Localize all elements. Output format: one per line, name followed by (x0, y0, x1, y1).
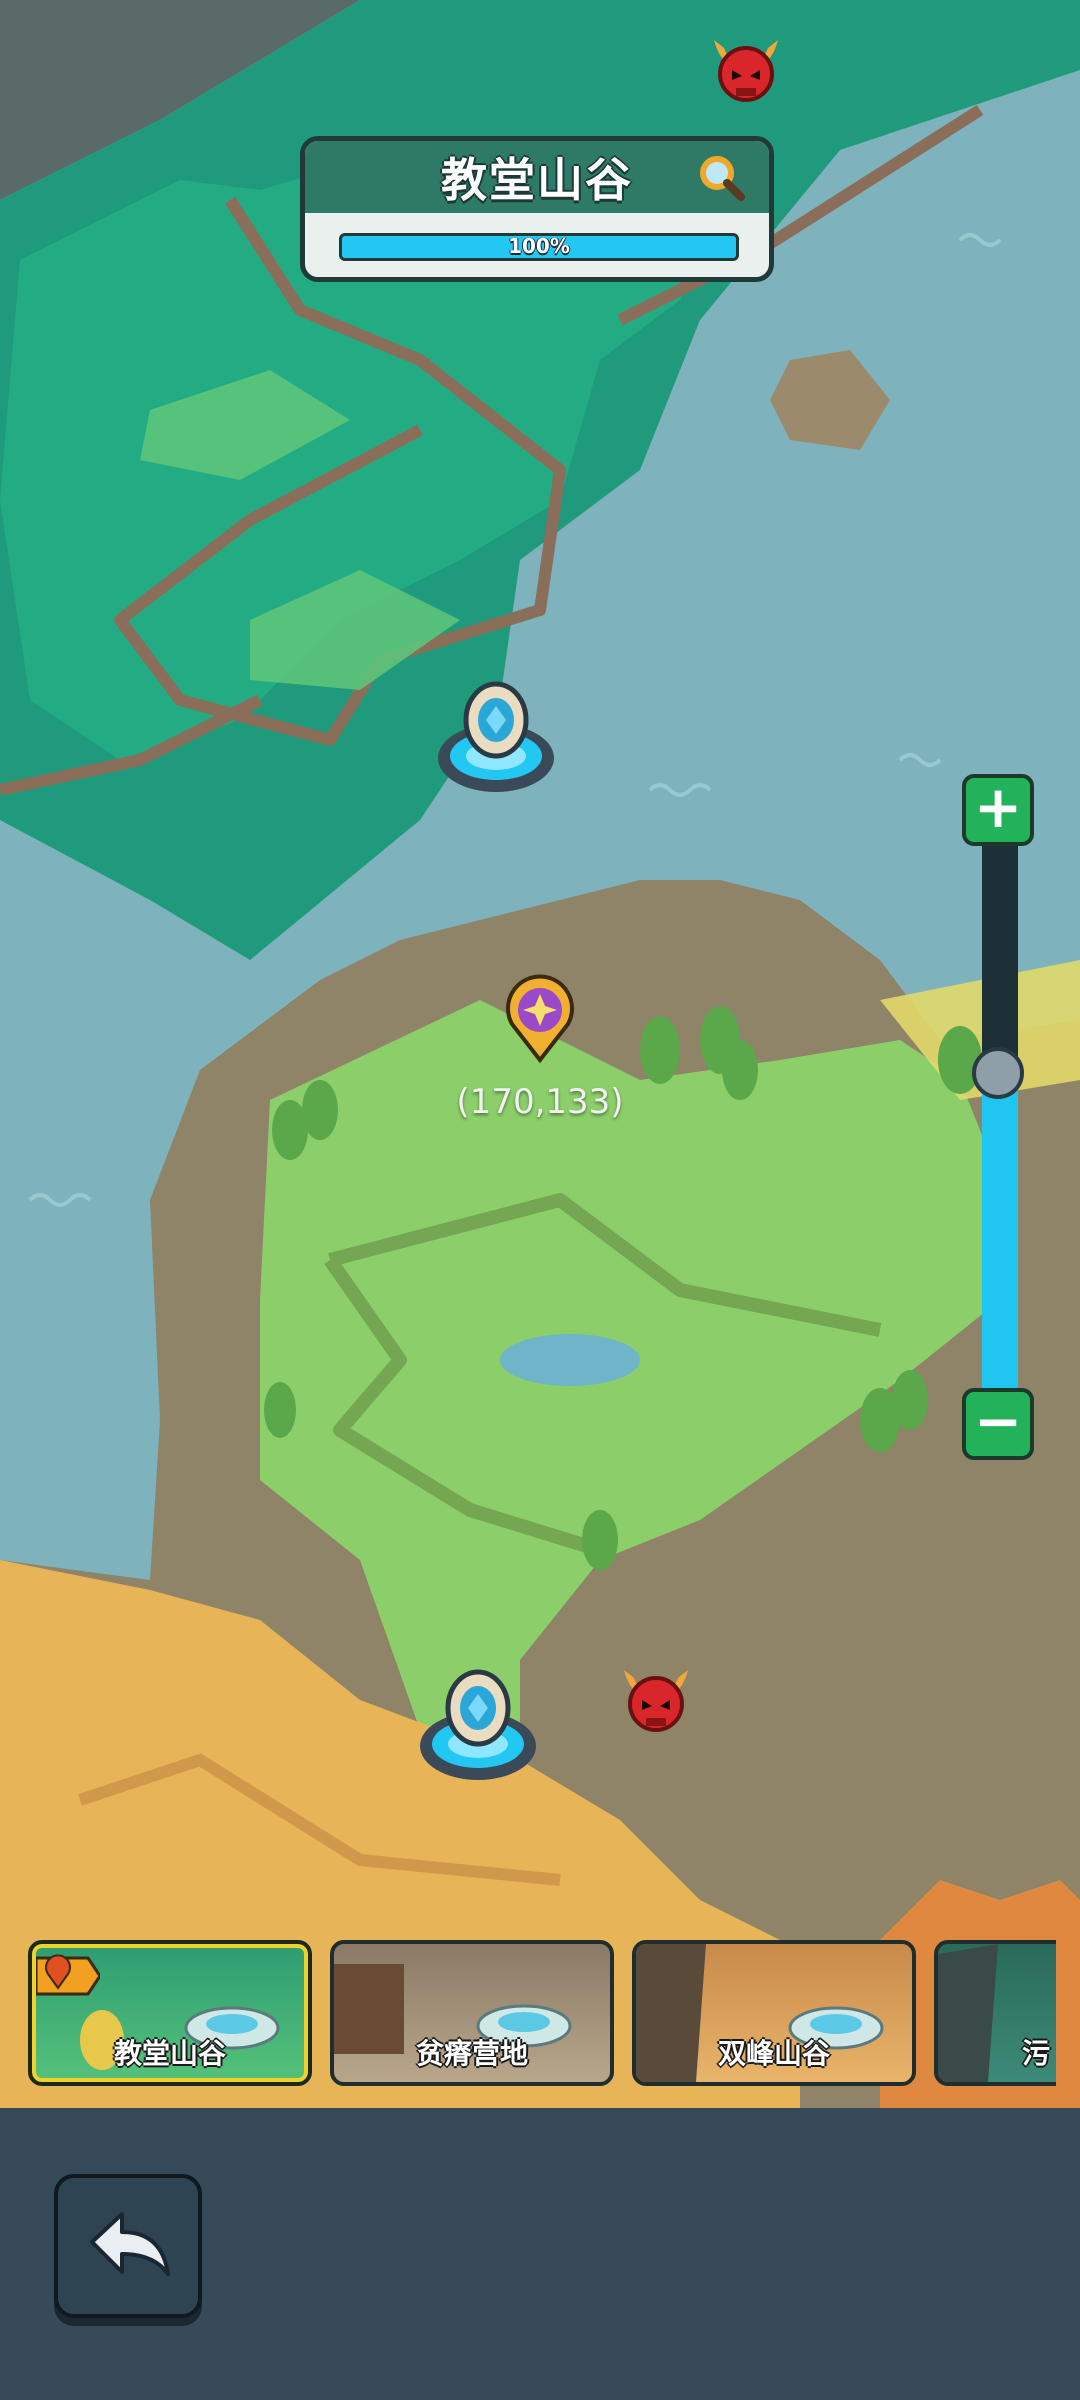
progress-percent: 100% (508, 234, 570, 258)
region-card-chapel-valley[interactable]: 教堂山谷 (28, 1940, 312, 2086)
zoom-slider[interactable]: + − (960, 774, 1040, 1464)
zoom-track-fill (982, 1073, 1018, 1404)
location-pin-icon[interactable] (504, 974, 576, 1064)
game-screen: (170,133) 教堂山谷 100% + − 教堂山谷 贫瘠营地 双峰山谷 污 (0, 0, 1080, 2400)
region-card-label: 双峰山谷 (717, 2037, 830, 2070)
zoom-out-button[interactable]: − (962, 1388, 1034, 1460)
region-progress-panel: 教堂山谷 100% (300, 136, 774, 282)
current-location-flag-icon (36, 1954, 100, 1996)
map-coordinates: (170,133) (456, 1082, 624, 1122)
zoom-handle[interactable] (972, 1047, 1024, 1100)
region-card-list[interactable]: 教堂山谷 贫瘠营地 双峰山谷 污 (0, 1940, 1056, 2090)
demon-skull-icon[interactable] (706, 30, 786, 110)
back-arrow-icon (90, 2212, 170, 2276)
zoom-in-button[interactable]: + (962, 774, 1034, 846)
demon-skull-icon[interactable] (616, 1660, 696, 1740)
region-card-barren-camp[interactable]: 贫瘠营地 (330, 1940, 614, 2086)
zoom-track[interactable] (982, 834, 1018, 1404)
region-title: 教堂山谷 (441, 153, 633, 207)
region-card-polluted[interactable]: 污 (934, 1940, 1056, 2086)
region-card-label: 污 (1022, 2037, 1051, 2070)
back-button[interactable] (54, 2174, 202, 2318)
world-map[interactable]: (170,133) 教堂山谷 100% + − 教堂山谷 贫瘠营地 双峰山谷 污 (0, 0, 1080, 2110)
region-card-label: 贫瘠营地 (415, 2037, 528, 2070)
teleport-portal-icon[interactable] (434, 680, 558, 800)
region-header: 教堂山谷 (305, 141, 769, 213)
teleport-portal-icon[interactable] (416, 1668, 540, 1788)
region-progress-bar: 100% (339, 233, 739, 261)
magnifier-icon[interactable] (697, 153, 747, 203)
region-card-label: 教堂山谷 (113, 2037, 226, 2070)
region-card-twin-peaks-valley[interactable]: 双峰山谷 (632, 1940, 916, 2086)
